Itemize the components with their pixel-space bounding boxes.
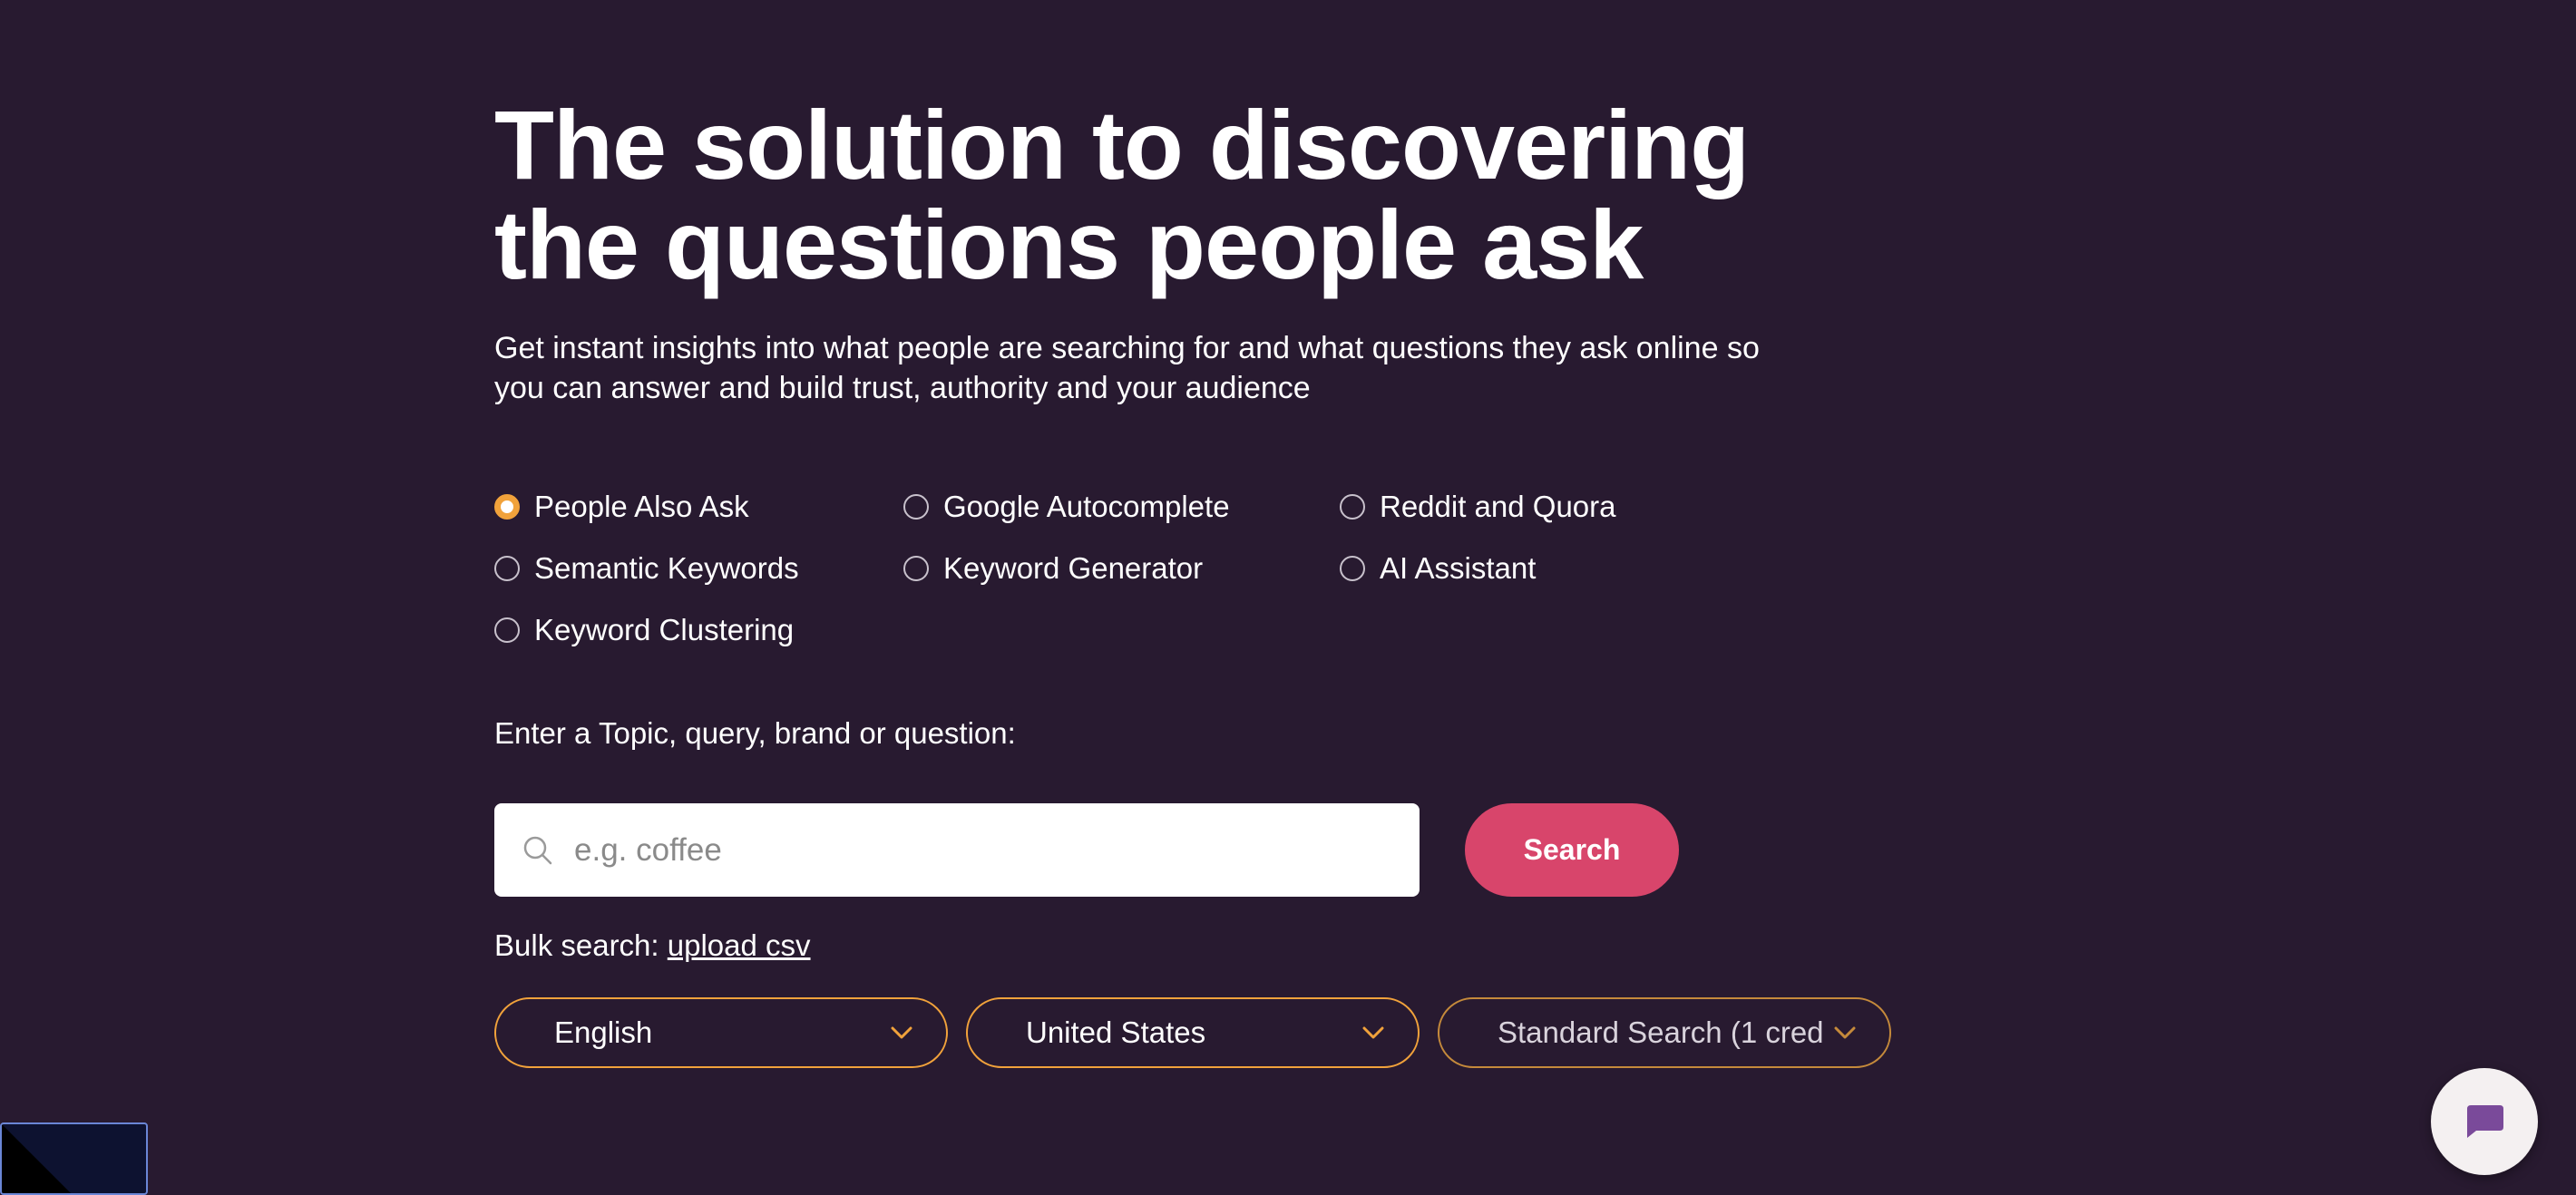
radio-keyword-generator[interactable]: Keyword Generator — [903, 546, 1203, 591]
search-type-select[interactable]: Standard Search (1 credit) — [1438, 997, 1891, 1068]
page-subtitle: Get instant insights into what people ar… — [494, 331, 1760, 405]
search-input[interactable] — [572, 821, 1392, 879]
radio-unchecked-icon — [494, 556, 520, 581]
bulk-search-label: Bulk search: — [494, 928, 659, 962]
chat-icon — [2467, 1105, 2503, 1138]
upload-csv-link[interactable]: upload csv — [668, 928, 811, 962]
radio-label: Semantic Keywords — [534, 551, 799, 585]
chevron-down-icon — [1362, 1026, 1384, 1039]
radio-unchecked-icon — [1340, 556, 1365, 581]
chevron-down-icon — [1834, 1026, 1856, 1039]
search-box[interactable] — [494, 803, 1420, 897]
radio-unchecked-icon — [903, 556, 929, 581]
search-field-label: Enter a Topic, query, brand or question: — [494, 716, 1016, 750]
radio-label: Keyword Clustering — [534, 613, 795, 646]
radio-unchecked-icon — [494, 617, 520, 643]
language-select[interactable]: English — [494, 997, 948, 1068]
radio-unchecked-icon — [903, 494, 929, 520]
page-title: The solution to discovering the question… — [494, 90, 1750, 299]
chat-button[interactable] — [2431, 1068, 2538, 1175]
radio-label: Google Autocomplete — [943, 490, 1230, 523]
chevron-down-icon — [891, 1026, 912, 1039]
radio-semantic-keywords[interactable]: Semantic Keywords — [494, 546, 799, 591]
radio-people-also-ask[interactable]: People Also Ask — [494, 484, 749, 529]
radio-checked-icon — [494, 494, 520, 520]
corner-triangle-icon — [2, 1124, 71, 1193]
radio-unchecked-icon — [1340, 494, 1365, 520]
search-type-select-value: Standard Search (1 credit) — [1498, 1015, 1822, 1049]
radio-label: Reddit and Quora — [1380, 490, 1616, 523]
bulk-search: Bulk search: upload csv — [494, 928, 811, 963]
corner-widget[interactable] — [0, 1122, 148, 1195]
search-button[interactable]: Search — [1465, 803, 1679, 897]
radio-google-autocomplete[interactable]: Google Autocomplete — [903, 484, 1230, 529]
country-select-value: United States — [1026, 1015, 1206, 1049]
language-select-value: English — [554, 1015, 653, 1049]
radio-keyword-clustering[interactable]: Keyword Clustering — [494, 607, 794, 653]
radio-label: Keyword Generator — [943, 551, 1204, 585]
search-icon — [523, 836, 552, 864]
radio-reddit-and-quora[interactable]: Reddit and Quora — [1340, 484, 1616, 529]
radio-label: AI Assistant — [1380, 551, 1537, 585]
radio-ai-assistant[interactable]: AI Assistant — [1340, 546, 1536, 591]
radio-label: People Also Ask — [534, 490, 749, 523]
country-select[interactable]: United States — [966, 997, 1420, 1068]
